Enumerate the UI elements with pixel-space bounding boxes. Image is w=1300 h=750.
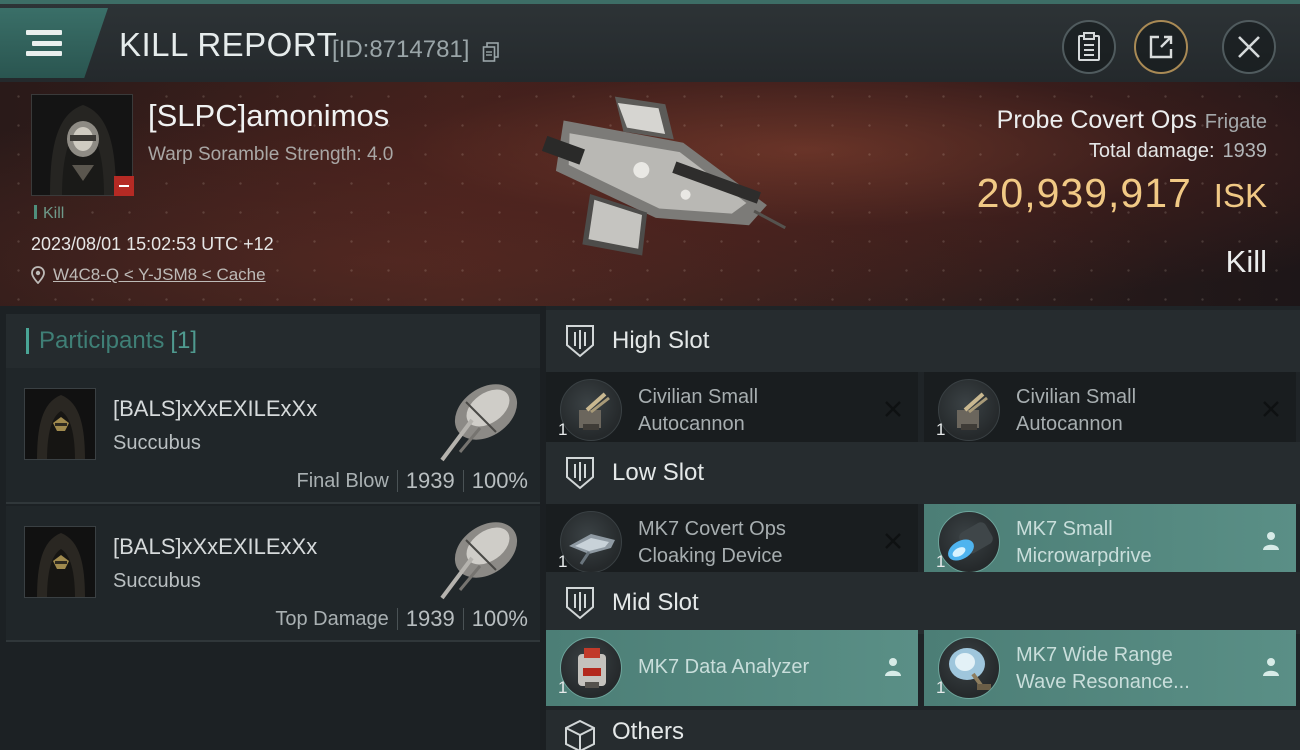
menu-icon xyxy=(26,30,62,56)
total-damage-label: Total damage: xyxy=(1088,140,1215,162)
module-slot[interactable]: 1 MK7 Data Analyzer xyxy=(546,630,918,706)
microwarpdrive-icon xyxy=(938,511,1000,573)
cube-icon xyxy=(565,719,595,750)
module-name: MK7 Data Analyzer xyxy=(638,656,810,678)
x-icon xyxy=(1260,398,1282,420)
isk-unit: ISK xyxy=(1213,177,1267,214)
module-quantity: 1 xyxy=(936,420,946,439)
report-id: [ID:8714781] xyxy=(332,36,470,63)
victim-ship-name: Probe Covert Ops xyxy=(996,106,1197,134)
module-name: MK7 Covert Ops Cloaking Device xyxy=(638,518,786,567)
data-analyzer-icon xyxy=(560,637,622,699)
top-bar: KILL REPORT [ID:8714781] xyxy=(0,0,1300,82)
low-slot-header: Low Slot xyxy=(546,442,1300,504)
participant-ship-icon[interactable] xyxy=(426,510,526,606)
fitting-panel: High Slot 1 Civilian Small Autocannon 1 C… xyxy=(546,306,1300,750)
participants-count: [1] xyxy=(170,327,198,354)
victim-ship[interactable]: Probe Covert Ops Frigate xyxy=(997,106,1267,135)
module-slot[interactable]: 1 MK7 Wide Range Wave Resonance... xyxy=(924,630,1296,706)
participant-percent: 100% xyxy=(471,468,528,493)
module-name: Civilian Small Autocannon xyxy=(638,386,759,435)
participant-stats: Final Blow 1939 100% xyxy=(297,468,529,494)
total-damage-value: 1939 xyxy=(1222,140,1268,162)
module-name: Civilian Small Autocannon xyxy=(1016,386,1137,435)
others-header: Others xyxy=(546,710,1300,750)
participants-header: Participants [1] xyxy=(6,314,540,368)
person-icon xyxy=(1260,530,1282,552)
slot-shield-icon xyxy=(566,325,594,358)
module-slot[interactable]: 1 Civilian Small Autocannon xyxy=(924,372,1296,448)
high-slot-header: High Slot xyxy=(546,310,1300,372)
participant-stats: Top Damage 1939 100% xyxy=(275,606,528,632)
participant-ship: Succubus xyxy=(113,570,201,592)
share-button[interactable] xyxy=(1134,20,1188,74)
module-quantity: 1 xyxy=(558,678,568,697)
participant-row[interactable]: [BALS]xXxEXILExXx Succubus Final Blow 19… xyxy=(6,368,540,504)
clipboard-button[interactable] xyxy=(1062,20,1116,74)
autocannon-icon xyxy=(560,379,622,441)
victim-banner: [SLPC]amonimos Warp Soramble Strength: 4… xyxy=(0,82,1300,306)
isk-value: 20,939,917 ISK xyxy=(977,170,1267,217)
module-quantity: 1 xyxy=(558,552,568,571)
victim-ship-class: Frigate xyxy=(1204,111,1267,133)
module-slot[interactable]: 1 Civilian Small Autocannon xyxy=(546,372,918,448)
participant-role: Final Blow xyxy=(296,469,389,492)
x-icon xyxy=(882,398,904,420)
participant-name: [BALS]xXxEXILExXx xyxy=(113,396,318,421)
participant-avatar[interactable] xyxy=(24,388,96,460)
low-slot-label: Low Slot xyxy=(612,459,705,486)
page-title: KILL REPORT xyxy=(119,26,338,63)
module-quantity: 1 xyxy=(936,678,946,697)
menu-button[interactable] xyxy=(0,8,108,78)
person-icon xyxy=(882,656,904,678)
participant-damage: 1939 xyxy=(405,606,455,631)
participant-name: [BALS]xXxEXILExXx xyxy=(113,534,318,559)
cloaking-device-icon xyxy=(560,511,622,573)
clipboard-icon xyxy=(1078,32,1100,61)
autocannon-icon xyxy=(938,379,1000,441)
kill-datetime: 2023/08/01 15:02:53 UTC +12 xyxy=(31,234,274,254)
warp-scramble-strength: Warp Soramble Strength: 4.0 xyxy=(148,144,394,165)
share-icon xyxy=(1149,35,1173,59)
participant-row[interactable]: [BALS]xXxEXILExXx Succubus Top Damage 19… xyxy=(6,506,540,642)
module-quantity: 1 xyxy=(936,552,946,571)
close-button[interactable] xyxy=(1222,20,1276,74)
x-icon xyxy=(882,530,904,552)
location-link[interactable]: W4C8-Q < Y-JSM8 < Cache xyxy=(53,265,266,285)
module-name: MK7 Small Microwarpdrive xyxy=(1016,518,1152,567)
person-icon xyxy=(1260,656,1282,678)
mid-slot-header: Mid Slot xyxy=(546,572,1300,634)
slot-shield-icon xyxy=(566,457,594,490)
module-name: MK7 Wide Range Wave Resonance... xyxy=(1016,644,1190,693)
participants-panel: Participants [1] [BALS]xXxEXILExXx Succu… xyxy=(0,306,540,750)
slot-shield-icon xyxy=(566,587,594,620)
victim-name[interactable]: [SLPC]amonimos xyxy=(148,98,389,134)
participant-role: Top Damage xyxy=(275,607,389,630)
victim-badge xyxy=(114,176,134,196)
result-label: Kill xyxy=(1225,244,1267,279)
participant-avatar[interactable] xyxy=(24,526,96,598)
high-slot-label: High Slot xyxy=(612,327,710,354)
isk-amount: 20,939,917 xyxy=(976,170,1192,216)
scanner-dish-icon xyxy=(938,637,1000,699)
participant-ship-icon[interactable] xyxy=(426,372,526,468)
victim-ship-image xyxy=(541,96,786,256)
kill-location[interactable]: W4C8-Q < Y-JSM8 < Cache xyxy=(31,265,266,285)
total-damage: Total damage: 1939 xyxy=(1089,140,1267,163)
others-label: Others xyxy=(612,718,685,745)
participant-damage: 1939 xyxy=(405,468,455,493)
participant-ship: Succubus xyxy=(113,432,201,454)
copy-icon[interactable] xyxy=(482,42,500,62)
module-slot[interactable]: 1 MK7 Covert Ops Cloaking Device xyxy=(546,504,918,580)
participants-label: Participants xyxy=(39,327,165,354)
participant-percent: 100% xyxy=(471,606,528,631)
module-slot[interactable]: 1 MK7 Small Microwarpdrive xyxy=(924,504,1296,580)
kill-tag: Kill xyxy=(34,205,64,223)
location-pin-icon xyxy=(31,266,45,284)
mid-slot-label: Mid Slot xyxy=(612,589,699,616)
module-quantity: 1 xyxy=(558,420,568,439)
close-icon xyxy=(1238,36,1260,58)
